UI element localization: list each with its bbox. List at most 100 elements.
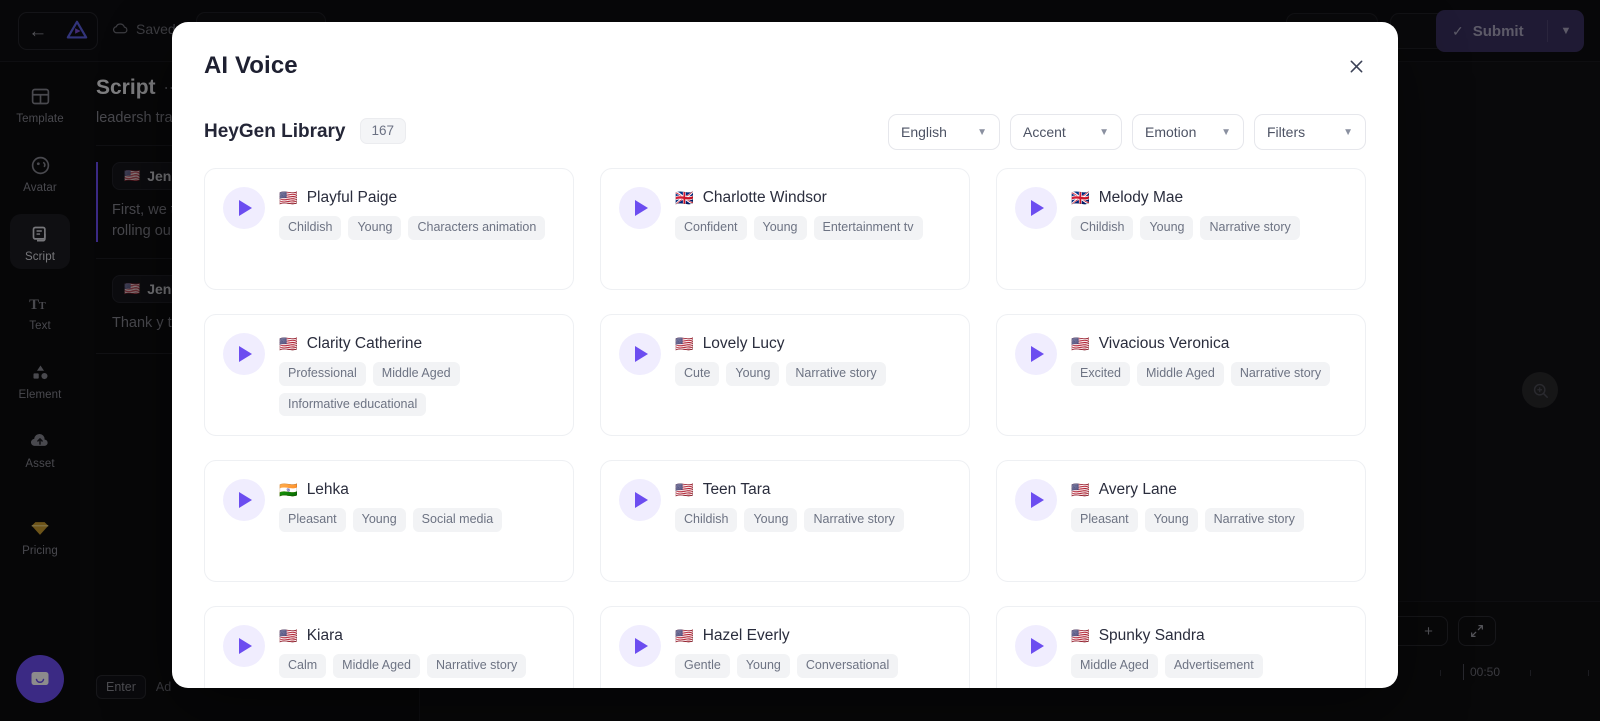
voice-card[interactable]: 🇺🇸 Playful Paige Childish Young Characters a… [204,168,574,290]
voice-tag: Childish [675,508,738,532]
voice-tag: Young [726,362,780,386]
voice-grid: 🇺🇸 Playful Paige Childish Young Characters a… [204,168,1388,688]
play-icon[interactable] [223,187,265,229]
voice-info: 🇺🇸 Lovely Lucy Cute Young Narrative story [675,333,951,435]
voice-info: 🇺🇸 Playful Paige Childish Young Characters a… [279,187,555,289]
voice-name-row: 🇬🇧 Melody Mae [1071,189,1347,207]
flag-icon: 🇬🇧 [1071,189,1090,207]
voice-name-row: 🇬🇧 Charlotte Windsor [675,189,951,207]
voice-card[interactable]: 🇮🇳 Lehka Pleasant Young Social media [204,460,574,582]
language-filter-dropdown[interactable]: English ▼ [888,114,1000,150]
voice-card[interactable]: 🇺🇸 Clarity Catherine Professional Middle Ag… [204,314,574,436]
play-icon[interactable] [619,333,661,375]
filters-dropdown[interactable]: Filters ▼ [1254,114,1366,150]
voice-info: 🇺🇸 Kiara Calm Middle Aged Narrative story [279,625,555,688]
voice-card[interactable]: 🇺🇸 Teen Tara Childish Young Narrative story [600,460,970,582]
voice-tag: Professional [279,362,366,386]
play-icon[interactable] [619,187,661,229]
voice-tag: Pleasant [1071,508,1138,532]
play-icon[interactable] [1015,479,1057,521]
flag-icon: 🇬🇧 [675,189,694,207]
voice-tag: Young [1144,508,1198,532]
voice-tag: Young [753,216,807,240]
voice-tag: Young [744,508,798,532]
voice-tag: Narrative story [426,654,527,678]
voice-tags: Childish Young Narrative story [675,508,951,532]
voice-name: Playful Paige [306,189,398,206]
voice-tags: Professional Middle Aged Informative educa… [279,362,555,417]
voice-tags: Middle Aged Advertisement [1071,654,1347,678]
voice-info: 🇺🇸 Avery Lane Pleasant Young Narrative story [1071,479,1347,581]
chevron-down-icon: ▼ [1221,126,1231,138]
filter-bar: English ▼ Accent ▼ Emotion ▼ Filters ▼ [888,114,1366,150]
voice-name: Lehka [306,481,349,498]
voice-tag: Narrative story [804,508,904,532]
flag-icon: 🇺🇸 [279,189,298,207]
voice-name: Lovely Lucy [702,335,785,352]
voice-tag: Young [1140,216,1194,240]
voice-tags: Pleasant Young Social media [279,508,555,532]
flag-icon: 🇺🇸 [279,627,298,645]
voice-tags: Excited Middle Aged Narrative story [1071,362,1347,386]
modal-title: AI Voice [204,52,298,79]
play-icon[interactable] [1015,187,1057,229]
filter-label: Emotion [1145,124,1197,140]
voice-name-row: 🇮🇳 Lehka [279,481,555,499]
play-icon[interactable] [223,333,265,375]
voice-name: Vivacious Veronica [1098,335,1230,352]
play-triangle [239,200,252,216]
flag-icon: 🇺🇸 [675,481,694,499]
play-icon[interactable] [223,625,265,667]
voice-name-row: 🇺🇸 Hazel Everly [675,627,951,645]
voice-info: 🇺🇸 Hazel Everly Gentle Young Conversational [675,625,951,688]
voice-card[interactable]: 🇺🇸 Lovely Lucy Cute Young Narrative story [600,314,970,436]
voice-card[interactable]: 🇺🇸 Vivacious Veronica Excited Middle Aged Na… [996,314,1366,436]
flag-icon: 🇺🇸 [675,335,694,353]
voice-tag: Middle Aged [333,654,420,678]
voice-info: 🇺🇸 Vivacious Veronica Excited Middle Aged Na… [1071,333,1347,435]
voice-card[interactable]: 🇺🇸 Spunky Sandra Middle Aged Advertisement [996,606,1366,688]
voice-tags: Confident Young Entertainment tv [675,216,951,240]
play-icon[interactable] [223,479,265,521]
voice-name: Teen Tara [702,481,771,498]
library-header-row: HeyGen Library 167 English ▼ Accent ▼ Em… [204,114,1366,150]
play-triangle [635,492,648,508]
voice-name-row: 🇺🇸 Playful Paige [279,189,555,207]
voice-tag: Cute [675,362,720,386]
voice-card[interactable]: 🇺🇸 Hazel Everly Gentle Young Conversational [600,606,970,688]
voice-tag: Gentle [675,654,730,678]
filter-label: English [901,124,947,140]
play-icon[interactable] [619,479,661,521]
voice-tags: Childish Young Characters animation [279,216,555,240]
voice-card[interactable]: 🇬🇧 Melody Mae Childish Young Narrative story [996,168,1366,290]
voice-name: Kiara [306,627,343,644]
play-icon[interactable] [619,625,661,667]
voice-card[interactable]: 🇺🇸 Avery Lane Pleasant Young Narrative story [996,460,1366,582]
emotion-filter-dropdown[interactable]: Emotion ▼ [1132,114,1244,150]
voice-tag: Middle Aged [372,362,460,386]
voice-name: Clarity Catherine [306,335,423,352]
voice-card[interactable]: 🇬🇧 Charlotte Windsor Confident Young Enterta… [600,168,970,290]
voice-name-row: 🇺🇸 Vivacious Veronica [1071,335,1347,353]
play-triangle [635,346,648,362]
voice-tag: Young [348,216,402,240]
voice-card[interactable]: 🇺🇸 Kiara Calm Middle Aged Narrative story [204,606,574,688]
accent-filter-dropdown[interactable]: Accent ▼ [1010,114,1122,150]
play-icon[interactable] [1015,625,1057,667]
voice-tag: Childish [1071,216,1134,240]
voice-name-row: 🇺🇸 Teen Tara [675,481,951,499]
voice-name: Spunky Sandra [1098,627,1205,644]
library-title: HeyGen Library [204,121,346,142]
voice-tag: Narrative story [1204,508,1304,532]
voice-tag: Young [352,508,406,532]
voice-name: Hazel Everly [702,627,790,644]
close-icon[interactable] [1340,50,1372,82]
play-icon[interactable] [1015,333,1057,375]
voice-list-scroll[interactable]: 🇺🇸 Playful Paige Childish Young Characters a… [204,166,1388,688]
voice-name: Melody Mae [1098,189,1184,206]
voice-tag: Characters animation [408,216,546,240]
play-triangle [239,638,252,654]
play-triangle [1031,492,1044,508]
chevron-down-icon: ▼ [1343,126,1353,138]
app-root: ← Saved ✓ Submit ▼ Template Avatar Scrip… [0,0,1600,721]
